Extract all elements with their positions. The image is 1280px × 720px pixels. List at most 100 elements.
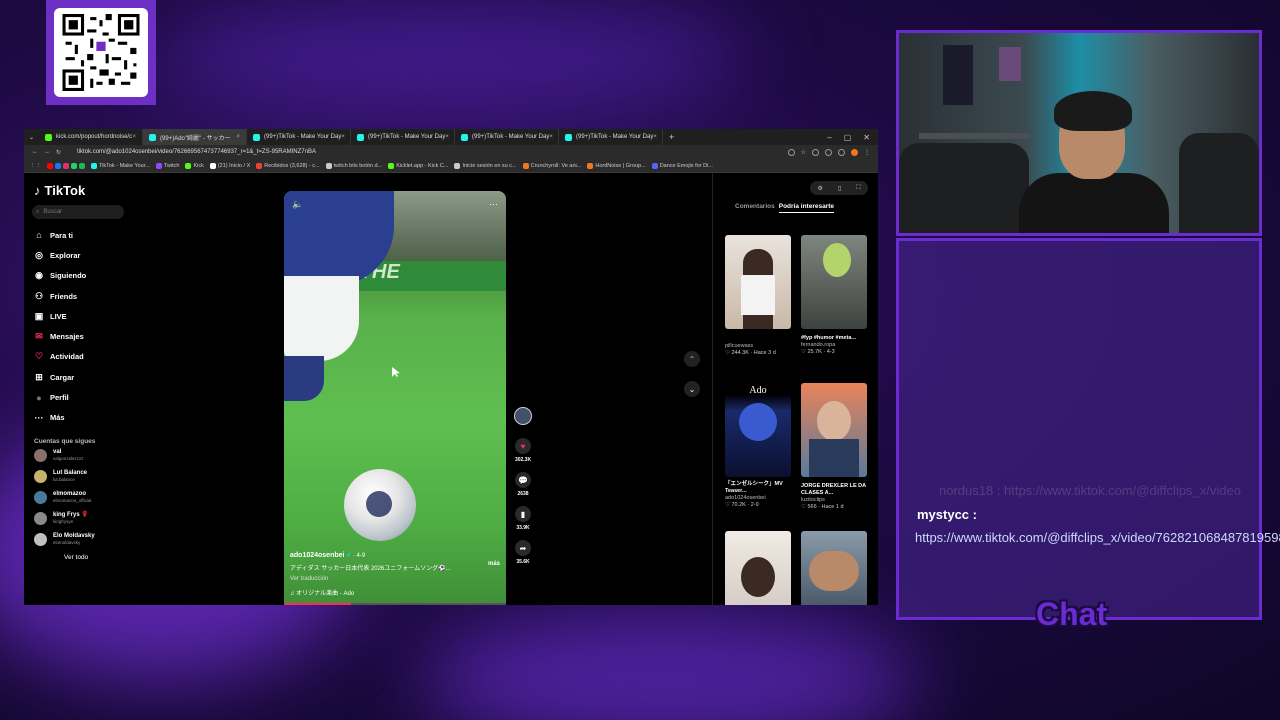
browser-tab-active[interactable]: (99+)Ado"綺麗" - サッカー × xyxy=(143,129,248,145)
bookmark-item[interactable]: Kicklet.app - Kick C... xyxy=(388,162,448,169)
chevron-up-icon: ⌃ xyxy=(688,354,696,364)
room-chair xyxy=(899,143,1029,233)
bookmark-item[interactable]: TikTok - Make Your... xyxy=(91,162,150,169)
chat-username: mystycc : xyxy=(917,507,977,522)
bookmark-favicon-icon xyxy=(256,162,263,169)
recommended-video-thumbnail[interactable] xyxy=(725,531,791,605)
download-icon[interactable] xyxy=(838,148,845,156)
video-actions: ♥ 302.3K 💬 2638 ▮ 33.9K ➦ 35.6K xyxy=(512,407,534,571)
close-tab-icon[interactable]: × xyxy=(133,134,137,140)
new-tab-button[interactable]: + xyxy=(663,132,680,142)
video-song[interactable]: ♫ オリジナル楽曲 - Ado xyxy=(290,588,500,597)
profile-avatar-icon[interactable] xyxy=(851,148,858,156)
settings-icon[interactable]: ⚙ xyxy=(818,185,823,192)
recommended-video-thumbnail[interactable] xyxy=(801,235,867,329)
bookmark-item[interactable]: Dance Emojix for Di... xyxy=(651,162,713,169)
forward-icon[interactable]: → xyxy=(44,149,50,155)
close-tab-icon[interactable]: × xyxy=(549,134,553,140)
bookmark-favicon-icon xyxy=(454,162,461,169)
browser-tab[interactable]: (99+)TikTok - Make Your Day × xyxy=(351,129,456,145)
more-text-button[interactable]: más xyxy=(488,561,500,567)
bookmark-item[interactable]: (21) Inicio / X xyxy=(209,162,250,169)
browser-menu-icon[interactable]: ⋮ xyxy=(864,149,870,156)
heart-icon: ♥ xyxy=(520,441,526,451)
volume-icon[interactable]: 🔈 xyxy=(292,199,303,210)
browser-tab[interactable]: (99+)TikTok - Make Your Day × xyxy=(559,129,664,145)
video-more-icon[interactable]: ··· xyxy=(489,199,498,209)
comment-button[interactable]: 💬 xyxy=(515,472,531,488)
recommended-video-thumbnail[interactable] xyxy=(725,235,791,329)
compass-icon: ◎ xyxy=(35,249,43,260)
following-account[interactable]: val valgonzalezzzz xyxy=(34,445,126,466)
minimize-icon[interactable]: – xyxy=(827,133,831,142)
back-icon[interactable]: ← xyxy=(32,149,38,155)
next-video-button[interactable]: ⌄ xyxy=(684,381,700,397)
extension-icon[interactable] xyxy=(812,148,819,156)
nav-item-live[interactable]: ▣ LIVE xyxy=(32,306,126,326)
following-account[interactable]: king Frys 🌹 kingfrysye xyxy=(34,508,126,529)
url-field[interactable]: tiktok.com/@ado1024osenbei/video/7626695… xyxy=(67,149,782,155)
video-author[interactable]: ado1024osenbei xyxy=(290,552,344,559)
webcam-feed xyxy=(899,33,1259,233)
browser-window: ⌄ kick.com/popout/hordnoise/c × (99+)Ado"… xyxy=(24,129,878,605)
following-account[interactable]: elmomazoo elmomazoo_official xyxy=(34,487,126,508)
nav-item-perfil[interactable]: ● Perfil xyxy=(32,387,126,407)
tiktok-favicon-icon xyxy=(253,133,261,141)
translate-link[interactable]: Ver traducción xyxy=(290,576,500,582)
tiktok-logo[interactable]: ♪ TikTok xyxy=(34,181,126,199)
search-input[interactable]: ⌕ Buscar xyxy=(32,205,124,219)
video-player[interactable]: 60 THE 🔈 ··· ado1024osenbei ✔ · 4-9 アディダ… xyxy=(284,191,506,605)
close-window-icon[interactable]: ✕ xyxy=(863,133,870,142)
bookmark-item[interactable]: Crunchyroll: Ve ani... xyxy=(522,162,581,169)
nav-item-cargar[interactable]: ⊞ Cargar xyxy=(32,367,126,387)
bookmark-item[interactable]: HordNoise | Group... xyxy=(587,162,646,169)
browser-tab[interactable]: kick.com/popout/hordnoise/c × xyxy=(39,129,144,145)
save-button[interactable]: ▮ xyxy=(515,506,531,522)
bookmark-item[interactable]: Recibidos (3,628) - c... xyxy=(256,162,320,169)
video-progress-fill xyxy=(284,603,351,605)
see-all-link[interactable]: Ver todo xyxy=(64,554,126,561)
recommended-video-thumbnail[interactable] xyxy=(801,531,867,605)
nav-item-actividad[interactable]: ♡ Actividad xyxy=(32,347,126,367)
nav-item-mensajes[interactable]: ✉ Mensajes xyxy=(32,326,126,346)
nav-item-mas[interactable]: ··· Más xyxy=(32,408,126,428)
browser-tab[interactable]: (99+)TikTok - Make Your Day × xyxy=(455,129,560,145)
nav-item-para-ti[interactable]: ⌂ Para ti xyxy=(32,225,126,245)
video-progress-bar[interactable] xyxy=(284,603,506,605)
cast-icon[interactable] xyxy=(787,148,795,156)
screen-icon[interactable]: ▯ xyxy=(838,185,841,192)
following-account[interactable]: Elo Moldavsky elomoldavsky xyxy=(34,529,126,550)
recommended-video-thumbnail[interactable] xyxy=(801,383,867,477)
tab-podria-interesarte[interactable]: Podría interesarte xyxy=(778,203,835,213)
bookmark-item[interactable]: twitch bits botón d... xyxy=(325,162,382,169)
nav-item-explorar[interactable]: ◎ Explorar xyxy=(32,245,126,265)
tab-comentarios[interactable]: Comentarios xyxy=(735,203,775,213)
previous-video-button[interactable]: ⌃ xyxy=(684,351,700,367)
fullscreen-icon[interactable]: ⛶ xyxy=(856,185,860,192)
bookmark-shortcuts[interactable] xyxy=(47,162,85,169)
maximize-icon[interactable]: ▢ xyxy=(844,133,852,142)
nav-item-friends[interactable]: ⚇ Friends xyxy=(32,286,126,306)
bookmark-favicon-icon xyxy=(155,162,162,169)
bookmark-item[interactable]: Kick xyxy=(185,162,204,169)
bookmark-item[interactable]: Twitch xyxy=(155,162,179,169)
thumbnail-figure xyxy=(741,557,775,597)
apps-grid-icon[interactable]: ⋮⋮ xyxy=(30,163,41,169)
bookmark-star-icon[interactable]: ☆ xyxy=(801,149,806,156)
following-account[interactable]: Lut Balance lut.balance xyxy=(34,466,126,487)
close-tab-icon[interactable]: × xyxy=(237,134,241,140)
recommended-video-thumbnail[interactable]: Ado xyxy=(725,383,791,477)
close-tab-icon[interactable]: × xyxy=(341,134,345,140)
close-tab-icon[interactable]: × xyxy=(445,134,449,140)
extensions-puzzle-icon[interactable] xyxy=(825,148,832,156)
nav-item-siguiendo[interactable]: ◉ Siguiendo xyxy=(32,266,126,286)
tab-search-icon[interactable]: ⌄ xyxy=(24,134,39,141)
author-avatar[interactable] xyxy=(514,407,532,425)
like-button[interactable]: ♥ xyxy=(515,438,531,454)
browser-tab[interactable]: (99+)TikTok - Make Your Day × xyxy=(247,129,352,145)
reload-icon[interactable]: ↻ xyxy=(56,149,61,156)
close-tab-icon[interactable]: × xyxy=(653,134,657,140)
streamer-torso xyxy=(1019,173,1169,233)
share-button[interactable]: ➦ xyxy=(515,540,531,556)
bookmark-item[interactable]: Inicie sesión en su c... xyxy=(454,162,517,169)
